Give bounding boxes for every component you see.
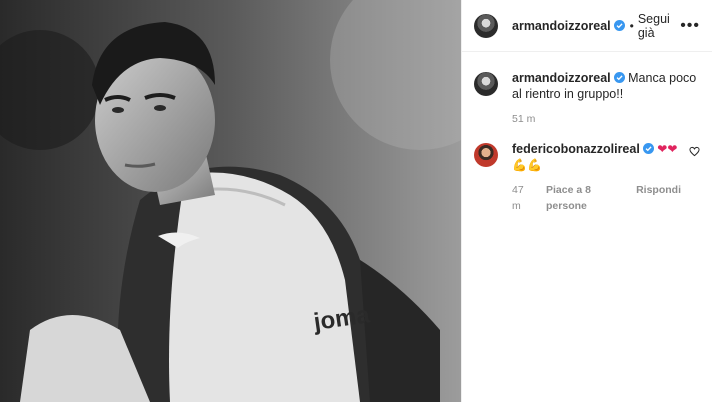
caption-username[interactable]: armandoizzoreal <box>512 71 611 85</box>
caption-avatar[interactable] <box>474 72 498 96</box>
caption-row: armandoizzoreal Manca poco al rientro in… <box>474 70 700 127</box>
post-photo[interactable]: joma <box>0 0 461 402</box>
player-photo: joma <box>0 0 461 402</box>
post-header: armandoizzoreal • Segui già ••• <box>462 0 712 52</box>
following-button[interactable]: Segui già <box>638 12 680 40</box>
post-sidebar: armandoizzoreal • Segui già ••• armandoi… <box>461 0 712 402</box>
muscle-emoji: 💪💪 <box>512 158 542 172</box>
verified-badge-icon <box>642 143 654 154</box>
commenter-avatar[interactable] <box>474 143 498 167</box>
verified-badge-icon <box>613 19 625 31</box>
more-options-icon[interactable]: ••• <box>680 17 700 35</box>
author-username-text[interactable]: armandoizzoreal <box>512 19 611 33</box>
verified-badge-icon <box>613 72 625 83</box>
commenter-username[interactable]: federicobonazzolireal <box>512 142 640 156</box>
author-username[interactable]: armandoizzoreal <box>512 19 625 33</box>
comments-section: armandoizzoreal Manca poco al rientro in… <box>462 52 712 214</box>
red-heart-emoji: ❤❤ <box>657 142 678 156</box>
comment-row: federicobonazzolireal ❤❤ 💪💪 47 m Piace a… <box>474 141 700 214</box>
author-avatar[interactable] <box>474 13 498 38</box>
reply-button[interactable]: Rispondi <box>636 182 681 214</box>
comment-time[interactable]: 47 m <box>512 182 532 214</box>
caption-time[interactable]: 51 m <box>512 111 535 127</box>
separator-dot: • <box>629 18 634 33</box>
like-comment-heart-icon[interactable] <box>689 146 700 157</box>
comment-likes[interactable]: Piace a 8 persone <box>546 182 622 214</box>
